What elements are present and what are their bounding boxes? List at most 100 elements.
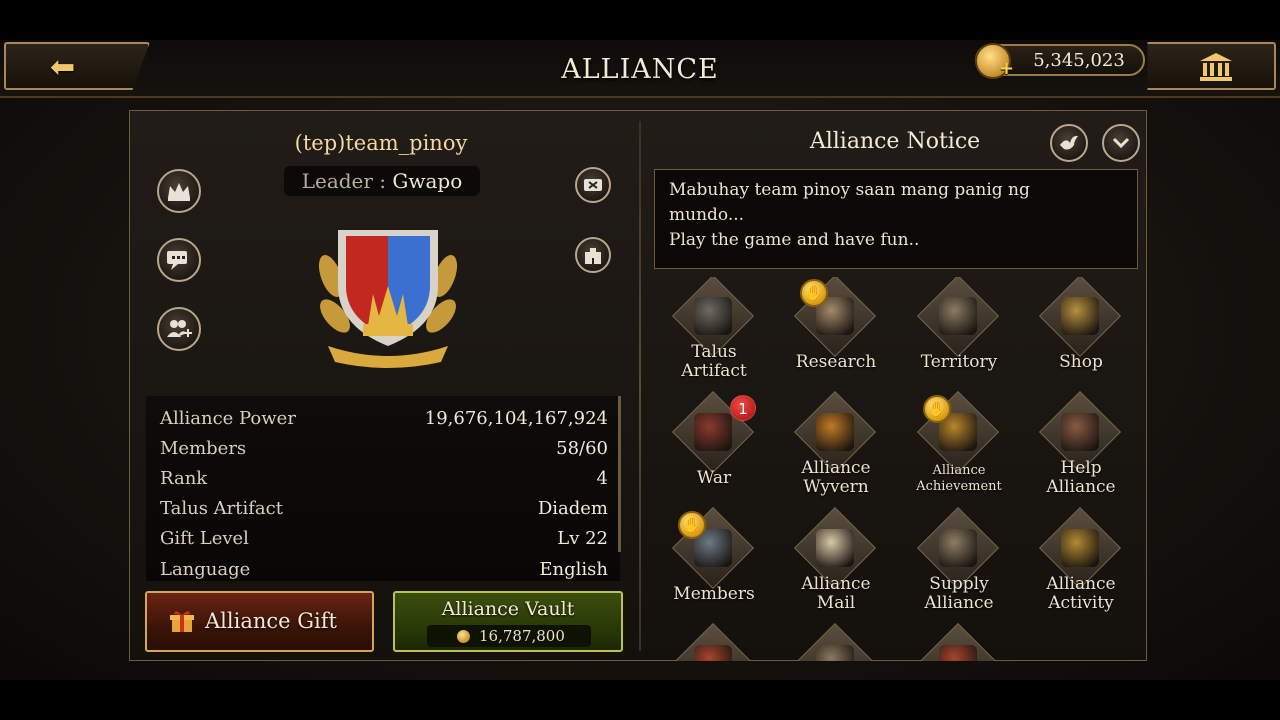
feature-label-line: Alliance: [1046, 477, 1116, 497]
feature-alliance-wyvern[interactable]: Alliance Wyvern: [776, 390, 896, 503]
stat-row: Gift Level Lv 22: [160, 528, 608, 558]
feature-label: Alliance Activity: [1021, 575, 1141, 613]
thumbs-up-badge-icon: ✋: [678, 511, 706, 539]
panel-divider: [639, 121, 641, 651]
stat-label: Members: [160, 438, 247, 459]
notice-line: Play the game and have fun..: [669, 230, 920, 250]
feature-research[interactable]: ✋ Research: [776, 277, 896, 387]
feature-label-line: Alliance: [924, 593, 994, 613]
stat-row: Language English: [160, 559, 608, 589]
letterbox-bottom: [0, 680, 1280, 720]
stat-value: 4: [596, 468, 608, 489]
feature-label: Talus Artifact: [654, 343, 774, 381]
feature-label-line: Alliance: [1046, 574, 1116, 594]
chevron-down-icon: [1112, 137, 1130, 149]
building-button[interactable]: [575, 237, 611, 273]
add-gold-icon[interactable]: +: [999, 58, 1014, 79]
thumbs-up-badge-icon: ✋: [800, 279, 828, 307]
feature-partial-1[interactable]: [654, 622, 774, 661]
notice-title: Alliance Notice: [809, 129, 981, 154]
alliance-vault-button[interactable]: Alliance Vault 16,787,800: [393, 591, 623, 652]
feature-label-line: Alliance: [801, 458, 871, 478]
scroll-message-icon: [584, 179, 602, 191]
feature-label-line: Artifact: [681, 361, 747, 381]
bank-icon: [1200, 53, 1232, 81]
feature-label-line: Help: [1060, 458, 1102, 478]
feature-label-line: Members: [673, 584, 755, 604]
chat-bubble-icon: [167, 251, 187, 270]
chat-button[interactable]: [157, 238, 201, 282]
feature-partial-2[interactable]: [776, 622, 896, 661]
crown-button[interactable]: [157, 169, 201, 213]
feature-label: Help Alliance: [1021, 459, 1141, 497]
alliance-emblem: [318, 230, 458, 368]
crown-icon: [168, 183, 190, 201]
feature-label-line: Alliance: [801, 574, 871, 594]
feature-shop[interactable]: Shop: [1021, 277, 1141, 387]
stat-value: 19,676,104,167,924: [424, 408, 608, 429]
gold-amount: 5,345,023: [1033, 50, 1125, 71]
stats-scrollbar[interactable]: [618, 396, 621, 552]
notice-line: mundo...: [669, 205, 745, 225]
feature-war[interactable]: 1 War: [654, 390, 774, 503]
leader-label: Leader: [301, 169, 373, 193]
alliance-gift-label: Alliance Gift: [205, 609, 337, 633]
stat-label: Gift Level: [160, 528, 249, 549]
vault-amount-box: 16,787,800: [427, 625, 591, 647]
bank-button[interactable]: [1147, 42, 1276, 90]
stat-row: Rank 4: [160, 468, 608, 498]
feature-alliance-activity[interactable]: Alliance Activity: [1021, 506, 1141, 619]
feature-help-alliance[interactable]: Help Alliance: [1021, 390, 1141, 503]
feature-label-line: Activity: [1048, 593, 1114, 613]
stat-row: Members 58/60: [160, 438, 608, 468]
gift-icon: [170, 611, 194, 632]
treasure-chest-icon: [1038, 277, 1122, 358]
stat-label: Language: [160, 559, 251, 580]
feature-alliance-achievement[interactable]: ✋ Alliance Achievement: [899, 390, 1019, 503]
alliance-screen: ⬅ ALLIANCE + 5,345,023 (tep)team_pinoy L…: [0, 40, 1280, 680]
leader-separator: :: [372, 169, 393, 193]
stat-label: Rank: [160, 468, 208, 489]
bird-icon: [1060, 135, 1078, 150]
notice-line: Mabuhay team pinoy saan mang panig ng: [669, 180, 1030, 200]
add-members-icon: [167, 320, 192, 337]
feature-territory[interactable]: Territory: [899, 277, 1019, 387]
feature-supply-alliance[interactable]: Supply Alliance: [899, 506, 1019, 619]
stat-row: Alliance Power 19,676,104,167,924: [160, 408, 608, 438]
feature-label: War: [654, 469, 774, 488]
notice-expand-button[interactable]: [1102, 124, 1140, 162]
feature-label-line: War: [696, 468, 732, 488]
alliance-stats: Alliance Power 19,676,104,167,924 Member…: [146, 396, 621, 581]
alliance-gift-button[interactable]: Alliance Gift: [145, 591, 374, 652]
stat-value: 58/60: [556, 438, 608, 459]
castle-icon: [916, 277, 1000, 358]
mail-button[interactable]: [575, 167, 611, 203]
thumbs-up-badge-icon: ✋: [923, 395, 951, 423]
leader-info: Leader : Gwapo: [284, 166, 480, 196]
chest-red-icon: [916, 622, 1000, 661]
feature-label: Shop: [1021, 353, 1141, 372]
notification-count-badge: 1: [730, 395, 756, 421]
feature-grid: Talus Artifact ✋ Research Territory Shop 1 War A…: [654, 277, 1144, 661]
stat-value: Lv 22: [557, 528, 608, 549]
feature-partial-3[interactable]: [899, 622, 1019, 661]
coin-icon: [457, 630, 470, 643]
feature-alliance-mail[interactable]: Alliance Mail: [776, 506, 896, 619]
stat-value: English: [539, 559, 608, 580]
invite-members-button[interactable]: [157, 307, 201, 351]
gold-counter[interactable]: + 5,345,023: [975, 43, 1145, 79]
stat-label: Alliance Power: [160, 408, 296, 429]
tool-icon: [793, 622, 877, 661]
feature-label-line: Alliance: [932, 463, 986, 478]
feature-members[interactable]: ✋ Members: [654, 506, 774, 619]
feature-label: Alliance Mail: [776, 575, 896, 613]
alliance-vault-label: Alliance Vault: [441, 598, 575, 620]
notice-bird-button[interactable]: [1050, 124, 1088, 162]
feature-label: Supply Alliance: [899, 575, 1019, 613]
feature-label: Territory: [899, 353, 1019, 372]
feature-label: Alliance Achievement: [899, 463, 1019, 495]
feature-label-line: Mail: [816, 593, 856, 613]
notice-text: Mabuhay team pinoy saan mang panig ng mu…: [654, 169, 1138, 269]
feature-talus-artifact[interactable]: Talus Artifact: [654, 277, 774, 387]
stat-row: Talus Artifact Diadem: [160, 498, 608, 528]
